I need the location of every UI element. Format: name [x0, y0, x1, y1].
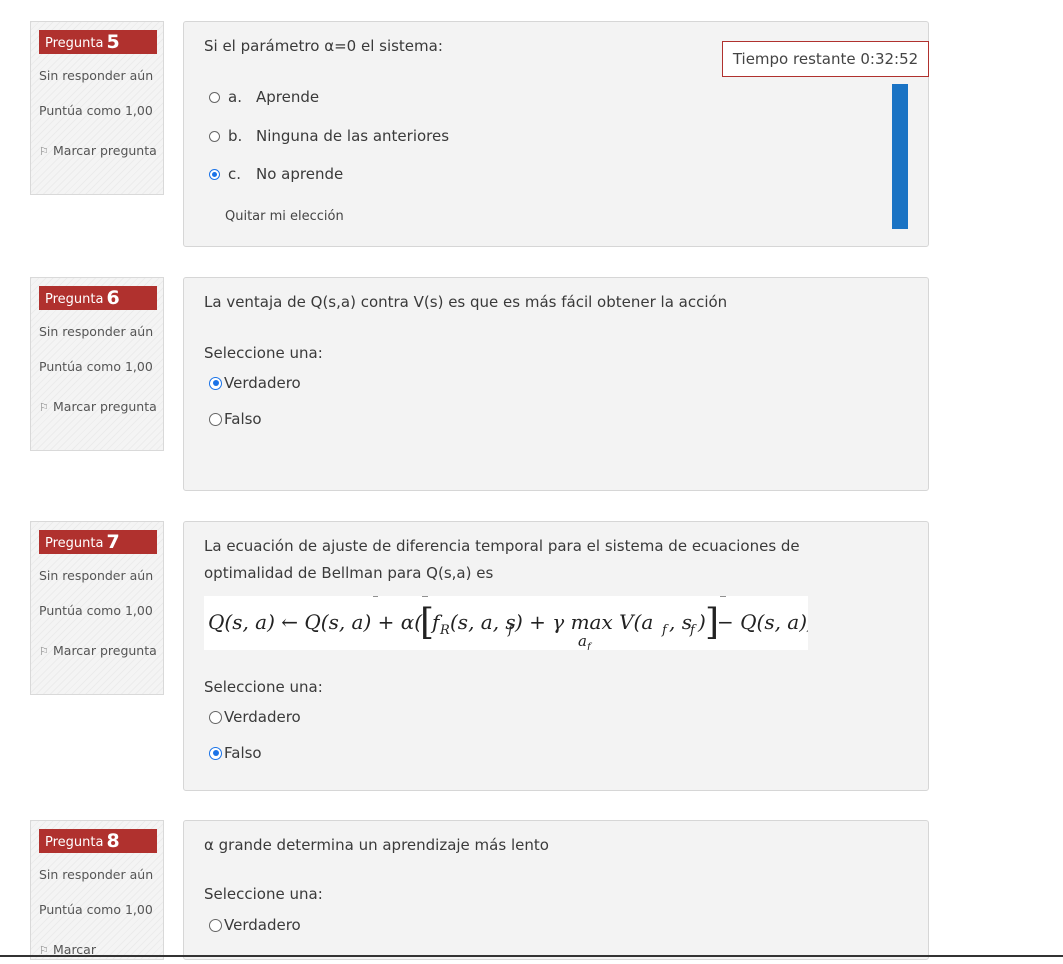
flag-question-link[interactable]: ⚐ Marcar pregunta [39, 637, 161, 665]
question-number: 8 [106, 830, 120, 852]
flag-label: Marcar pregunta [53, 643, 157, 658]
flag-icon: ⚐ [39, 145, 49, 158]
svg-text:− Q(s, a)): − Q(s, a)) [717, 610, 808, 634]
question-label: Pregunta [45, 36, 104, 51]
question-number-badge: Pregunta 6 [39, 286, 157, 310]
question-content-7: La ecuación de ajuste de diferencia temp… [183, 521, 929, 791]
question-text: La ecuación de ajuste de diferencia temp… [204, 537, 800, 582]
option-label: Verdadero [224, 916, 301, 934]
option-letter: b. [228, 127, 243, 145]
svg-text:) + γ max V(a: ) + γ max V(a [514, 610, 653, 634]
option-letter: a. [228, 88, 242, 106]
option-false[interactable]: Falso [209, 410, 262, 428]
option-c[interactable]: c. No aprende [209, 165, 343, 183]
radio-button[interactable] [209, 130, 220, 142]
question-grade: Puntúa como 1,00 [39, 359, 153, 374]
flag-label: Marcar pregunta [53, 399, 157, 414]
svg-text:f: f [689, 623, 697, 638]
flag-label: Marcar pregunta [53, 143, 157, 158]
question-number-badge: Pregunta 5 [39, 30, 157, 54]
option-false[interactable]: Falso [209, 744, 262, 762]
flag-icon: ⚐ [39, 944, 49, 957]
question-info-7: Pregunta 7 Sin responder aún Puntúa como … [30, 521, 164, 695]
question-content-6: La ventaja de Q(s,a) contra V(s) es que … [183, 277, 929, 491]
question-grade: Puntúa como 1,00 [39, 603, 153, 618]
option-label: Aprende [256, 88, 320, 106]
svg-text:, s: , s [669, 610, 692, 634]
question-number-badge: Pregunta 8 [39, 829, 157, 853]
equation-image: Q(s, a) ← Q(s, a) + α( [ f R (s, a, s f … [204, 596, 808, 650]
option-label: Falso [224, 410, 262, 428]
flag-icon: ⚐ [39, 645, 49, 658]
question-info-8: Pregunta 8 Sin responder aún Puntúa como … [30, 820, 164, 960]
clear-choice-link[interactable]: Quitar mi elección [225, 209, 344, 224]
radio-button[interactable] [209, 91, 220, 103]
option-letter: c. [228, 165, 242, 183]
radio-button[interactable] [209, 918, 222, 932]
question-label: Pregunta [45, 292, 104, 307]
question-info-6: Pregunta 6 Sin responder aún Puntúa como … [30, 277, 164, 451]
select-prompt: Seleccione una: [204, 885, 323, 903]
option-true[interactable]: Verdadero [209, 708, 301, 726]
flag-icon: ⚐ [39, 401, 49, 414]
flag-question-link[interactable]: ⚐ Marcar [39, 936, 161, 964]
question-number: 5 [106, 31, 120, 53]
progress-bar [892, 84, 908, 229]
option-label: No aprende [256, 165, 344, 183]
timer-box: Tiempo restante 0:32:52 [722, 41, 929, 77]
option-label: Falso [224, 744, 262, 762]
option-b[interactable]: b. Ninguna de las anteriores [209, 127, 449, 145]
question-grade: Puntúa como 1,00 [39, 103, 153, 118]
question-state: Sin responder aún [39, 68, 154, 83]
svg-text:a: a [578, 632, 587, 650]
option-label: Ninguna de las anteriores [256, 127, 450, 145]
question-text: α grande determina un aprendizaje más le… [204, 836, 549, 854]
flag-question-link[interactable]: ⚐ Marcar pregunta [39, 393, 161, 421]
svg-text:R: R [439, 623, 450, 638]
question-number-badge: Pregunta 7 [39, 530, 157, 554]
option-true[interactable]: Verdadero [209, 374, 301, 392]
svg-text:f: f [661, 623, 669, 638]
option-true[interactable]: Verdadero [209, 916, 301, 934]
equation-formula: Q(s, a) ← Q(s, a) + α( [ f R (s, a, s f … [208, 596, 808, 650]
question-label: Pregunta [45, 536, 104, 551]
radio-button[interactable] [209, 710, 222, 724]
select-prompt: Seleccione una: [204, 678, 323, 696]
question-label: Pregunta [45, 835, 104, 850]
question-number: 7 [106, 531, 120, 553]
question-state: Sin responder aún [39, 867, 154, 882]
option-label: Verdadero [224, 708, 301, 726]
question-text: La ventaja de Q(s,a) contra V(s) es que … [204, 293, 728, 311]
svg-text:Q(s, a) ← Q(s, a) + α(: Q(s, a) ← Q(s, a) + α( [208, 610, 423, 634]
radio-button-checked[interactable] [209, 376, 222, 390]
svg-text:f: f [586, 642, 593, 650]
radio-button-checked[interactable] [209, 746, 222, 760]
option-label: Verdadero [224, 374, 301, 392]
question-content-8: α grande determina un aprendizaje más le… [183, 820, 929, 960]
question-number: 6 [106, 287, 120, 309]
question-grade: Puntúa como 1,00 [39, 902, 153, 917]
svg-text:(s, a, s: (s, a, s [450, 610, 516, 634]
radio-button-checked[interactable] [209, 168, 220, 180]
question-info-5: Pregunta 5 Sin responder aún Puntúa como … [30, 21, 164, 195]
option-a[interactable]: a. Aprende [209, 88, 319, 106]
flag-question-link[interactable]: ⚐ Marcar pregunta [39, 137, 161, 165]
question-state: Sin responder aún [39, 568, 154, 583]
select-prompt: Seleccione una: [204, 344, 323, 362]
radio-button[interactable] [209, 412, 222, 426]
question-state: Sin responder aún [39, 324, 154, 339]
